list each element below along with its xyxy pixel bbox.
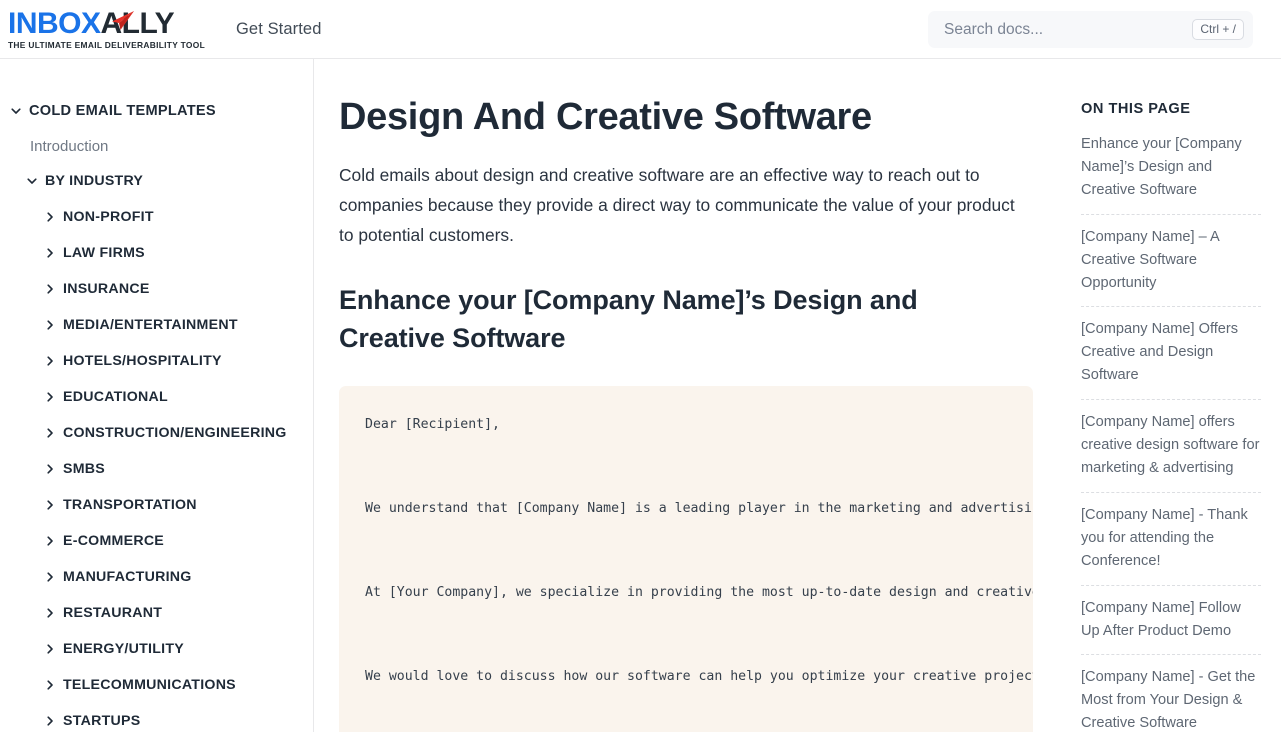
chevron-right-icon[interactable] [44,355,56,367]
chevron-right-icon[interactable] [44,283,56,295]
toc-link[interactable]: [Company Name] – A Creative Software Opp… [1081,213,1261,307]
search-box[interactable]: Ctrl + / [928,11,1253,48]
on-this-page-sidebar: ON THIS PAGE Enhance your [Company Name]… [1060,59,1281,732]
chevron-right-icon[interactable] [44,643,56,655]
sidebar-item-startups[interactable]: STARTUPS [0,703,313,732]
paper-plane-icon [112,10,134,30]
chevron-right-icon[interactable] [44,463,56,475]
chevron-right-icon[interactable] [44,391,56,403]
sidebar-item-introduction[interactable]: Introduction [0,129,313,163]
toc-list: Enhance your [Company Name]’s Design and… [1081,133,1261,732]
main-content: Design And Creative Software Cold emails… [315,59,1060,732]
toc-link[interactable]: [Company Name] Offers Creative and Desig… [1081,306,1261,399]
chevron-down-icon[interactable] [10,105,22,117]
logo-text-inbox: INBOX [8,6,101,40]
chevron-right-icon[interactable] [44,715,56,727]
chevron-down-icon[interactable] [26,175,38,187]
sidebar-item-label: RESTAURANT [63,605,163,621]
sidebar-item-by-industry[interactable]: BY INDUSTRY [0,163,313,199]
sidebar-item-hotels-hospitality[interactable]: HOTELS/HOSPITALITY [0,343,313,379]
chevron-right-icon[interactable] [44,679,56,691]
sidebar-item-restaurant[interactable]: RESTAURANT [0,595,313,631]
toc-link[interactable]: [Company Name] - Thank you for attending… [1081,491,1261,585]
sidebar-item-manufacturing[interactable]: MANUFACTURING [0,559,313,595]
toc-link[interactable]: [Company Name] Follow Up After Product D… [1081,584,1261,655]
sidebar-nav-list: COLD EMAIL TEMPLATES Introduction BY INDUS… [0,93,313,732]
sidebar-item-smbs[interactable]: SMBS [0,451,313,487]
sidebar-item-non-profit[interactable]: NON-PROFIT [0,199,313,235]
sidebar-item-label: MEDIA/ENTERTAINMENT [63,317,238,333]
chevron-right-icon[interactable] [44,535,56,547]
section-heading: Enhance your [Company Name]’s Design and… [339,284,918,354]
email-template-codeblock[interactable]: Dear [Recipient], We understand that [Co… [339,385,1033,732]
logo-tagline: THE ULTIMATE EMAIL DELIVERABILITY TOOL [8,39,206,50]
sidebar-item-label: SMBS [63,461,105,477]
sidebar-item-label: Introduction [30,137,109,155]
sidebar-item-label: NON-PROFIT [63,209,154,225]
sidebar-item-label: TRANSPORTATION [63,497,197,513]
sidebar-item-label: EDUCATIONAL [63,389,168,405]
chevron-right-icon[interactable] [44,211,56,223]
chevron-right-icon[interactable] [44,247,56,259]
logo-wordmark: INBOXALLY [8,6,218,40]
sidebar-item-label: LAW FIRMS [63,245,145,261]
sidebar-item-law-firms[interactable]: LAW FIRMS [0,235,313,271]
sidebar-item-label: INSURANCE [63,281,150,297]
sidebar-item-label: CONSTRUCTION/ENGINEERING [63,425,287,441]
sidebar-item-e-commerce[interactable]: E-COMMERCE [0,523,313,559]
sidebar-item-educational[interactable]: EDUCATIONAL [0,379,313,415]
page-title: Design And Creative Software [339,96,872,138]
chevron-right-icon[interactable] [44,571,56,583]
sidebar-item-label: STARTUPS [63,713,141,729]
toc-link[interactable]: Enhance your [Company Name]’s Design and… [1081,133,1261,214]
sidebar-item-label: E-COMMERCE [63,533,165,549]
sidebar-item-transportation[interactable]: TRANSPORTATION [0,487,313,523]
left-sidebar[interactable]: COLD EMAIL TEMPLATES Introduction BY INDUS… [0,59,314,732]
nav-get-started[interactable]: Get Started [236,20,321,39]
chevron-right-icon[interactable] [44,319,56,331]
sidebar-item-label: MANUFACTURING [63,569,192,585]
sidebar-item-label: COLD EMAIL TEMPLATES [29,103,216,119]
intro-paragraph: Cold emails about design and creative so… [339,165,1015,245]
chevron-right-icon[interactable] [44,499,56,511]
search-shortcut-badge: Ctrl + / [1192,19,1244,40]
logo[interactable]: INBOXALLY THE ULTIMATE EMAIL DELIVERABIL… [0,6,218,50]
sidebar-item-label: HOTELS/HOSPITALITY [63,353,222,369]
chevron-right-icon[interactable] [44,427,56,439]
sidebar-item-insurance[interactable]: INSURANCE [0,271,313,307]
site-header: INBOXALLY THE ULTIMATE EMAIL DELIVERABIL… [0,0,1281,59]
sidebar-item-telecommunications[interactable]: TELECOMMUNICATIONS [0,667,313,703]
sidebar-item-energy-utility[interactable]: ENERGY/UTILITY [0,631,313,667]
sidebar-item-label: BY INDUSTRY [45,173,144,189]
sidebar-item-label: ENERGY/UTILITY [63,641,184,657]
sidebar-item-construction-engineering[interactable]: CONSTRUCTION/ENGINEERING [0,415,313,451]
chevron-right-icon[interactable] [44,607,56,619]
toc-link[interactable]: [Company Name] offers creative design so… [1081,399,1261,492]
search-input[interactable] [944,20,1193,39]
sidebar-item-label: TELECOMMUNICATIONS [63,677,236,693]
toc-heading: ON THIS PAGE [1081,101,1191,117]
email-template-text: Dear [Recipient], We understand that [Co… [365,416,1033,684]
sidebar-item-media-entertainment[interactable]: MEDIA/ENTERTAINMENT [0,307,313,343]
sidebar-item-cold-email-templates[interactable]: COLD EMAIL TEMPLATES [0,93,313,129]
toc-link[interactable]: [Company Name] - Get the Most from Your … [1081,654,1261,732]
